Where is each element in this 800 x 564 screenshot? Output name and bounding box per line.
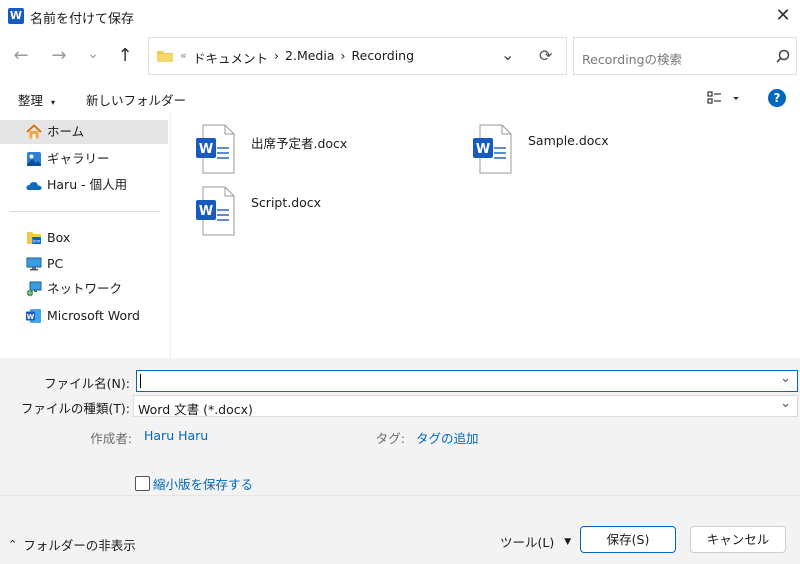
sidebar-item-box[interactable]: box Box [0, 226, 168, 250]
file-item[interactable]: W Script.docx [195, 186, 415, 242]
title-bar: W 名前を付けて保存 ✕ [0, 0, 800, 32]
search-input[interactable]: Recordingの検索 [582, 49, 682, 68]
chevron-down-icon: ⌄ [780, 396, 791, 411]
text-cursor [140, 374, 141, 388]
thumbnail-checkbox[interactable] [135, 476, 150, 491]
sidebar-item-onedrive[interactable]: Haru - 個人用 [0, 173, 168, 197]
file-item[interactable]: W Sample.docx [472, 124, 692, 180]
help-button[interactable]: ? [768, 89, 786, 107]
author-value[interactable]: Haru Haru [144, 428, 208, 443]
svg-text:W: W [27, 313, 35, 321]
cancel-button[interactable]: キャンセル [690, 526, 786, 553]
new-folder-button[interactable]: 新しいフォルダー [86, 90, 186, 109]
folder-icon [157, 50, 173, 62]
organize-label: 整理 [18, 93, 44, 108]
forward-button[interactable]: → [46, 43, 72, 69]
tags-label: タグ: [375, 431, 405, 446]
search-icon [776, 49, 790, 63]
gallery-icon [26, 151, 42, 167]
tools-menu[interactable]: ツール(L) ▼ [500, 532, 571, 551]
svg-text:W: W [199, 142, 213, 157]
file-item[interactable]: W 出席予定者.docx [195, 124, 415, 180]
sidebar-item-microsoft-word[interactable]: W Microsoft Word [0, 304, 168, 328]
box-icon: box [26, 230, 42, 246]
tools-label: ツール(L) [500, 535, 555, 550]
hide-folders-toggle[interactable]: ⌃ フォルダーの非表示 [8, 535, 136, 554]
thumbnail-label[interactable]: 縮小版を保存する [153, 474, 253, 493]
address-bar[interactable]: « ドキュメント › 2.Media › Recording ⌄ ⟳ [148, 37, 567, 75]
sidebar-item-home[interactable]: ホーム [0, 120, 168, 144]
sidebar-item-label: ギャラリー [47, 151, 110, 166]
filetype-select[interactable]: Word 文書 (*.docx) ⌄ [133, 395, 798, 417]
hide-folders-label: フォルダーの非表示 [23, 538, 136, 553]
tags-input[interactable]: タグの追加 [416, 428, 479, 447]
sidebar-item-label: Box [47, 230, 71, 245]
caret-down-icon: ▼ [564, 536, 572, 547]
sidebar-item-label: Microsoft Word [47, 308, 140, 323]
view-list-icon [707, 91, 739, 104]
onedrive-icon [26, 177, 42, 193]
word-document-icon: W [196, 186, 235, 236]
close-button[interactable]: ✕ [768, 2, 798, 30]
word-document-icon: W [473, 124, 512, 174]
svg-text:box: box [32, 239, 40, 245]
filetype-label: ファイルの種類(T): [20, 401, 130, 416]
breadcrumb: ドキュメント › 2.Media › Recording [193, 48, 414, 67]
filename-label: ファイル名(N): [44, 376, 130, 391]
breadcrumb-item[interactable]: 2.Media [285, 48, 334, 67]
pane-divider [170, 112, 171, 358]
filename-field[interactable]: ⌄ [136, 370, 798, 392]
sidebar-item-label: ホーム [47, 124, 85, 139]
recent-locations-button[interactable]: ⌄ [80, 41, 106, 67]
chevron-up-icon: ⌃ [8, 538, 18, 551]
address-dropdown-button[interactable]: ⌄ [501, 45, 514, 64]
svg-text:W: W [476, 142, 490, 157]
breadcrumb-separator: › [340, 48, 346, 63]
word-app-icon: W [8, 8, 24, 24]
file-name: 出席予定者.docx [251, 136, 348, 151]
home-icon [26, 124, 42, 140]
up-button[interactable]: ↑ [112, 43, 138, 69]
word-icon: W [26, 308, 42, 324]
path-overflow[interactable]: « [180, 49, 187, 62]
sidebar-item-label: Haru - 個人用 [47, 177, 128, 192]
sidebar-item-label: PC [47, 256, 64, 271]
search-box[interactable]: Recordingの検索 [573, 37, 797, 75]
refresh-button[interactable]: ⟳ [539, 46, 552, 65]
sidebar-item-label: ネットワーク [47, 281, 123, 296]
sidebar-item-network[interactable]: ネットワーク [0, 277, 168, 301]
file-name: Script.docx [251, 195, 322, 210]
caret-down-icon: ▾ [51, 98, 56, 107]
breadcrumb-item[interactable]: Recording [352, 48, 415, 67]
filetype-value: Word 文書 (*.docx) [138, 402, 253, 417]
organize-menu[interactable]: 整理 ▾ [18, 90, 55, 109]
sidebar-item-gallery[interactable]: ギャラリー [0, 147, 168, 171]
view-options-button[interactable] [707, 90, 739, 106]
pc-icon [26, 256, 42, 272]
word-document-icon: W [196, 124, 235, 174]
chevron-down-icon[interactable]: ⌄ [780, 371, 791, 386]
network-icon [26, 281, 42, 297]
window-title: 名前を付けて保存 [30, 12, 135, 27]
file-name: Sample.docx [528, 133, 609, 148]
breadcrumb-separator: › [274, 48, 280, 63]
sidebar-divider [10, 211, 160, 212]
back-button[interactable]: ← [8, 43, 34, 69]
sidebar-item-pc[interactable]: PC [0, 252, 168, 276]
svg-text:W: W [199, 204, 213, 219]
save-button[interactable]: 保存(S) [580, 526, 676, 553]
breadcrumb-item[interactable]: ドキュメント [193, 48, 268, 67]
author-label: 作成者: [90, 431, 132, 446]
